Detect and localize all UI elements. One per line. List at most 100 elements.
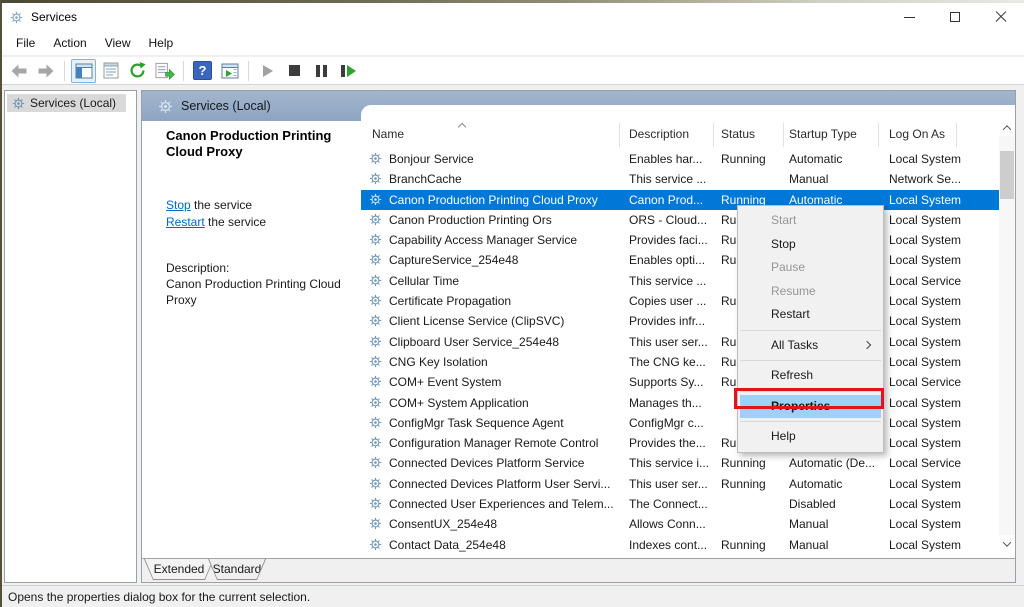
context-menu-item-pause[interactable]: Pause <box>738 256 883 280</box>
context-menu-item-refresh[interactable]: Refresh <box>738 364 883 388</box>
minimize-button[interactable] <box>886 3 932 31</box>
pause-service-button[interactable] <box>309 59 334 83</box>
table-row[interactable]: CNG Key IsolationThe CNG ke...RunningLoc… <box>361 352 999 372</box>
menu-view[interactable]: View <box>96 33 140 53</box>
close-button[interactable] <box>978 3 1024 31</box>
column-divider[interactable] <box>956 123 957 147</box>
export-list-button[interactable] <box>152 59 177 83</box>
context-menu-separator <box>740 360 881 361</box>
cell-log-on-as: Local Service <box>889 453 995 473</box>
scroll-up-button[interactable] <box>999 119 1015 136</box>
table-row[interactable]: Canon Production Printing OrsORS - Cloud… <box>361 210 999 230</box>
properties-window-icon <box>102 62 120 79</box>
table-row-selected[interactable]: Canon Production Printing Cloud ProxyCan… <box>361 190 999 210</box>
cell-name: Certificate Propagation <box>389 291 617 311</box>
tab-standard[interactable]: Standard <box>208 559 266 580</box>
column-divider[interactable] <box>878 123 879 147</box>
scroll-down-button[interactable] <box>999 535 1015 552</box>
cell-status: Running <box>721 453 785 473</box>
table-row[interactable]: CaptureService_254e48Enables opti...Runn… <box>361 250 999 270</box>
column-divider[interactable] <box>619 123 620 147</box>
forward-button[interactable] <box>33 59 58 83</box>
maximize-button[interactable] <box>932 3 978 31</box>
table-row[interactable]: Capability Access Manager ServiceProvide… <box>361 230 999 250</box>
cell-description: Provides faci... <box>629 230 715 250</box>
stop-service-link[interactable]: Stop <box>166 198 191 212</box>
services-window: Services FileActionViewHelp <box>0 0 1024 607</box>
context-menu-item-stop[interactable]: Stop <box>738 233 883 257</box>
context-menu-item-start[interactable]: Start <box>738 209 883 233</box>
cell-name: Contact Data_254e48 <box>389 535 617 555</box>
restart-service-line: Restart the service <box>166 214 364 231</box>
table-row[interactable]: Contact Data_254e48Indexes cont...Runnin… <box>361 535 999 555</box>
service-description: Description: Canon Production Printing C… <box>166 260 366 308</box>
cell-name: Clipboard User Service_254e48 <box>389 332 617 352</box>
service-gear-icon <box>369 193 382 206</box>
table-row[interactable]: BranchCacheThis service ...ManualNetwork… <box>361 169 999 189</box>
scrollbar-thumb[interactable] <box>1000 151 1014 199</box>
column-divider[interactable] <box>713 123 714 147</box>
menu-action[interactable]: Action <box>44 33 95 53</box>
table-row[interactable]: COM+ System ApplicationManages th...Loca… <box>361 393 999 413</box>
table-row[interactable]: COM+ Event SystemSupports Sy...RunningLo… <box>361 372 999 392</box>
column-header-status[interactable]: Status <box>721 127 755 145</box>
service-gear-icon <box>369 416 382 429</box>
title-bar: Services <box>2 3 1024 31</box>
minimize-icon <box>904 17 915 18</box>
show-console-tree-button[interactable] <box>71 59 96 83</box>
cell-description: This service ... <box>629 271 715 291</box>
services-list: Name Description Status Startup Type Log… <box>361 105 1015 558</box>
table-row[interactable]: Cellular TimeThis service ...Local Servi… <box>361 271 999 291</box>
start-service-button[interactable] <box>255 59 280 83</box>
cell-log-on-as: Local Service <box>889 372 995 392</box>
table-row[interactable]: Bonjour ServiceEnables har...RunningAuto… <box>361 149 999 169</box>
table-row[interactable]: Connected Devices Platform ServiceThis s… <box>361 453 999 473</box>
sort-ascending-icon <box>458 123 466 131</box>
table-row[interactable]: Certificate PropagationCopies user ...Ru… <box>361 291 999 311</box>
stop-service-button[interactable] <box>282 59 307 83</box>
service-gear-icon <box>369 436 382 449</box>
menu-help[interactable]: Help <box>140 33 183 53</box>
column-header-log-on-as[interactable]: Log On As <box>889 127 945 145</box>
column-header-name[interactable]: Name <box>372 127 404 145</box>
back-button[interactable] <box>6 59 31 83</box>
table-row[interactable]: Connected User Experiences and Telem...T… <box>361 494 999 514</box>
tree-item-services-local[interactable]: Services (Local) <box>7 94 126 112</box>
table-row[interactable]: ConsentUX_254e48Allows Conn...ManualLoca… <box>361 514 999 534</box>
column-divider[interactable] <box>783 123 784 147</box>
column-header-startup-type[interactable]: Startup Type <box>789 127 857 145</box>
cell-name: Connected Devices Platform User Servi... <box>389 474 617 494</box>
menu-bar: FileActionViewHelp <box>2 31 1024 56</box>
close-icon <box>995 11 1007 23</box>
context-menu-item-resume[interactable]: Resume <box>738 280 883 304</box>
cell-description: Supports Sy... <box>629 372 715 392</box>
context-menu: StartStopPauseResumeRestart All Tasks Refr… <box>737 205 884 453</box>
help-button[interactable]: ? <box>190 59 215 83</box>
context-menu-separator <box>740 330 881 331</box>
table-row[interactable]: ConfigMgr Task Sequence AgentConfigMgr c… <box>361 413 999 433</box>
tab-label: Extended <box>145 559 213 579</box>
vertical-scrollbar[interactable] <box>999 119 1015 552</box>
properties-toolbar-button[interactable] <box>98 59 123 83</box>
services-pane: Services (Local) Canon Production Printi… <box>141 90 1016 583</box>
cell-log-on-as: Local System <box>889 291 995 311</box>
show-action-pane-button[interactable] <box>217 59 242 83</box>
context-menu-item-help[interactable]: Help <box>738 425 883 449</box>
menu-file[interactable]: File <box>7 33 44 53</box>
cell-name: COM+ Event System <box>389 372 617 392</box>
tree-item-label: Services (Local) <box>30 96 116 110</box>
table-row[interactable]: Clipboard User Service_254e48This user s… <box>361 332 999 352</box>
context-menu-item-all-tasks[interactable]: All Tasks <box>738 334 883 358</box>
cell-log-on-as: Local System <box>889 474 995 494</box>
refresh-button[interactable] <box>125 59 150 83</box>
cell-log-on-as: Local System <box>889 494 995 514</box>
restart-service-link[interactable]: Restart <box>166 215 205 229</box>
column-header-description[interactable]: Description <box>629 127 689 145</box>
services-gear-icon <box>12 97 25 110</box>
table-row[interactable]: Client License Service (ClipSVC)Provides… <box>361 311 999 331</box>
context-menu-item-restart[interactable]: Restart <box>738 303 883 327</box>
table-row[interactable]: Connected Devices Platform User Servi...… <box>361 474 999 494</box>
table-row[interactable]: Configuration Manager Remote ControlProv… <box>361 433 999 453</box>
restart-service-button[interactable] <box>336 59 361 83</box>
tab-extended[interactable]: Extended <box>144 559 214 580</box>
